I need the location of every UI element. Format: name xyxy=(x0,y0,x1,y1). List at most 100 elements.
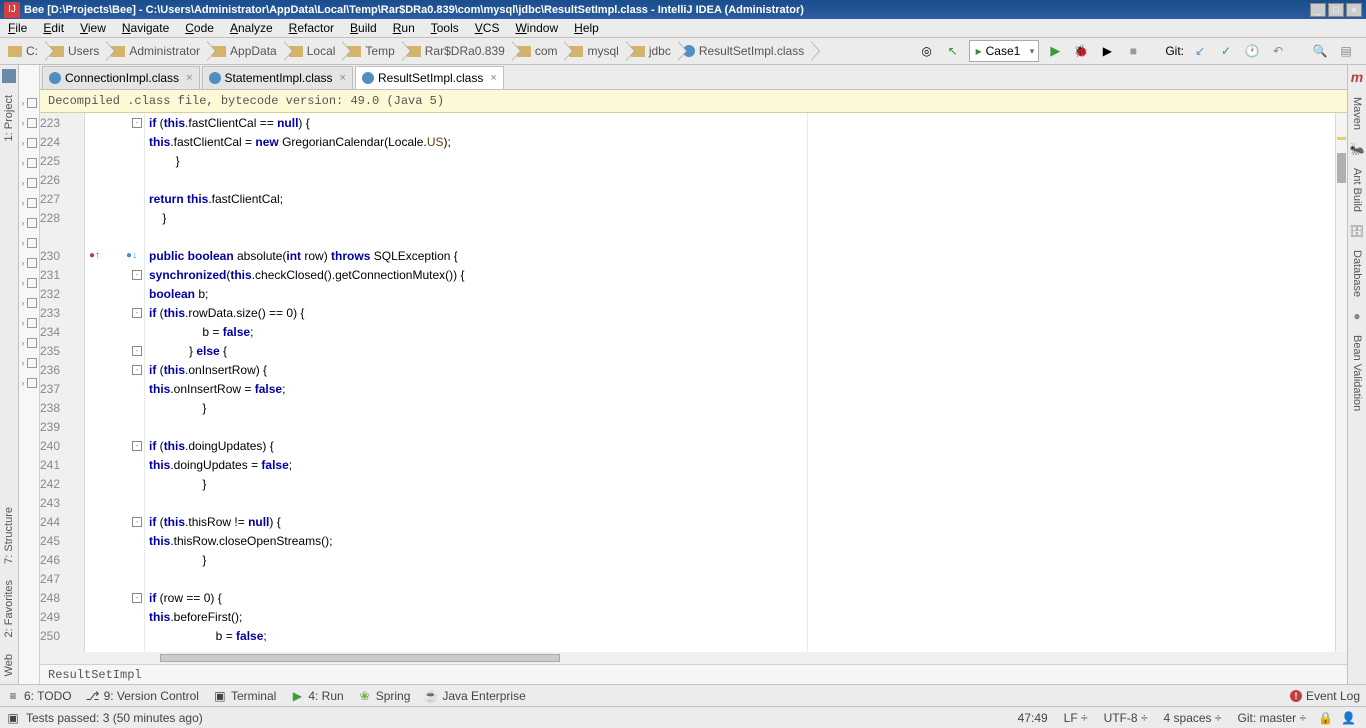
code-line[interactable]: } else { xyxy=(145,341,1335,360)
menu-code[interactable]: Code xyxy=(177,21,222,35)
menu-vcs[interactable]: VCS xyxy=(467,21,508,35)
code-line[interactable]: b = false; xyxy=(145,626,1335,645)
menu-build[interactable]: Build xyxy=(342,21,385,35)
fold-marker-icon[interactable] xyxy=(27,258,37,268)
fold-chevron-icon[interactable]: › xyxy=(22,258,25,268)
code-line[interactable] xyxy=(145,493,1335,512)
git-history-icon[interactable]: 🕐 xyxy=(1242,41,1262,61)
editor-breadcrumb[interactable]: ResultSetImpl xyxy=(40,664,1347,684)
fold-handle[interactable]: - xyxy=(132,308,142,318)
breadcrumb-item[interactable]: ResultSetImpl.class xyxy=(671,40,812,62)
line-number[interactable]: 244 xyxy=(40,512,78,531)
line-number[interactable]: 230 xyxy=(40,246,78,265)
fold-marker-icon[interactable] xyxy=(27,358,37,368)
code-editor[interactable]: 2232242252262272282302312322332342352362… xyxy=(40,113,1347,652)
line-number[interactable]: 223 xyxy=(40,113,78,132)
bean-icon[interactable]: ● xyxy=(1353,305,1360,327)
event-log-tool[interactable]: !Event Log xyxy=(1290,689,1360,703)
fold-marker-icon[interactable] xyxy=(27,298,37,308)
code-line[interactable]: } xyxy=(145,151,1335,170)
git-update-icon[interactable]: ↙ xyxy=(1190,41,1210,61)
line-number[interactable]: 228 xyxy=(40,208,78,227)
close-tab-icon[interactable]: × xyxy=(337,72,346,84)
terminal-tool[interactable]: ▣Terminal xyxy=(213,689,276,703)
fold-marker-icon[interactable] xyxy=(27,118,37,128)
maven-icon[interactable]: m xyxy=(1351,65,1363,89)
code-line[interactable]: } xyxy=(145,398,1335,417)
search-icon[interactable]: 🔍 xyxy=(1310,41,1330,61)
project-tool-icon[interactable] xyxy=(2,69,16,83)
fold-chevron-icon[interactable]: › xyxy=(22,218,25,228)
breadcrumb-item[interactable]: Administrator xyxy=(99,40,208,62)
fold-marker-icon[interactable] xyxy=(27,178,37,188)
code-line[interactable]: synchronized(this.checkClosed().getConne… xyxy=(145,265,1335,284)
nav-target-icon[interactable]: ◎ xyxy=(917,41,937,61)
favorites-tool-label[interactable]: 2: Favorites xyxy=(2,572,16,645)
git-revert-icon[interactable]: ↶ xyxy=(1268,41,1288,61)
code-line[interactable]: } xyxy=(145,208,1335,227)
run-tool[interactable]: ▶4: Run xyxy=(290,689,343,703)
inspector-icon[interactable]: 👤 xyxy=(1341,711,1356,725)
code-line[interactable] xyxy=(145,170,1335,189)
fold-handle[interactable]: - xyxy=(132,517,142,527)
line-number[interactable]: 247 xyxy=(40,569,78,588)
code-line[interactable]: this.fastClientCal = new GregorianCalend… xyxy=(145,132,1335,151)
ant-tool-label[interactable]: Ant Build xyxy=(1350,160,1364,220)
line-number[interactable]: 231 xyxy=(40,265,78,284)
fold-marker-icon[interactable] xyxy=(27,318,37,328)
git-commit-icon[interactable]: ✓ xyxy=(1216,41,1236,61)
fold-chevron-icon[interactable]: › xyxy=(22,198,25,208)
breadcrumb-item[interactable]: Rar$DRa0.839 xyxy=(395,40,513,62)
code-line[interactable]: } xyxy=(145,550,1335,569)
code-line[interactable]: if (row == 0) { xyxy=(145,588,1335,607)
structure-tool-label[interactable]: 7: Structure xyxy=(2,499,16,572)
bean-tool-label[interactable]: Bean Validation xyxy=(1350,327,1364,419)
fold-marker-icon[interactable] xyxy=(27,218,37,228)
fold-marker-icon[interactable] xyxy=(27,238,37,248)
menu-help[interactable]: Help xyxy=(566,21,607,35)
code-line[interactable]: if (this.onInsertRow) { xyxy=(145,360,1335,379)
impl-up-icon[interactable]: ●↑ xyxy=(89,250,100,261)
code-line[interactable]: if (this.rowData.size() == 0) { xyxy=(145,303,1335,322)
spring-tool[interactable]: ❀Spring xyxy=(358,689,411,703)
menu-file[interactable]: File xyxy=(0,21,35,35)
menu-edit[interactable]: Edit xyxy=(35,21,72,35)
line-number[interactable]: 234 xyxy=(40,322,78,341)
database-tool-label[interactable]: Database xyxy=(1350,242,1364,305)
fold-chevron-icon[interactable]: › xyxy=(22,378,25,388)
editor-tab[interactable]: StatementImpl.class× xyxy=(202,66,353,89)
close-tab-icon[interactable]: × xyxy=(183,72,192,84)
close-button[interactable]: × xyxy=(1346,3,1362,17)
editor-tab[interactable]: ResultSetImpl.class× xyxy=(355,66,504,89)
cursor-position[interactable]: 47:49 xyxy=(1018,711,1048,725)
line-number[interactable]: 250 xyxy=(40,626,78,645)
code-line[interactable]: this.thisRow.closeOpenStreams(); xyxy=(145,531,1335,550)
line-number[interactable] xyxy=(40,227,78,246)
fold-handle[interactable]: - xyxy=(132,441,142,451)
fold-chevron-icon[interactable]: › xyxy=(22,338,25,348)
fold-marker-icon[interactable] xyxy=(27,198,37,208)
line-number[interactable]: 236 xyxy=(40,360,78,379)
fold-marker-icon[interactable] xyxy=(27,378,37,388)
code-line[interactable] xyxy=(145,227,1335,246)
minimize-button[interactable]: _ xyxy=(1310,3,1326,17)
code-line[interactable]: this.onInsertRow = false; xyxy=(145,379,1335,398)
menu-navigate[interactable]: Navigate xyxy=(114,21,177,35)
line-number[interactable]: 224 xyxy=(40,132,78,151)
fold-chevron-icon[interactable]: › xyxy=(22,358,25,368)
menu-window[interactable]: Window xyxy=(507,21,566,35)
code-line[interactable]: this.doingUpdates = false; xyxy=(145,455,1335,474)
fold-handle[interactable]: - xyxy=(132,365,142,375)
horizontal-scrollbar[interactable] xyxy=(40,652,1347,664)
fold-marker-icon[interactable] xyxy=(27,138,37,148)
debug-button[interactable]: 🐞 xyxy=(1071,41,1091,61)
menu-refactor[interactable]: Refactor xyxy=(281,21,342,35)
menu-run[interactable]: Run xyxy=(385,21,423,35)
line-number[interactable]: 235 xyxy=(40,341,78,360)
status-corner-icon[interactable]: ▣ xyxy=(6,708,20,728)
fold-marker-icon[interactable] xyxy=(27,158,37,168)
run-coverage-button[interactable]: ▶ xyxy=(1097,41,1117,61)
fold-chevron-icon[interactable]: › xyxy=(22,118,25,128)
line-number[interactable]: 238 xyxy=(40,398,78,417)
maximize-button[interactable]: □ xyxy=(1328,3,1344,17)
